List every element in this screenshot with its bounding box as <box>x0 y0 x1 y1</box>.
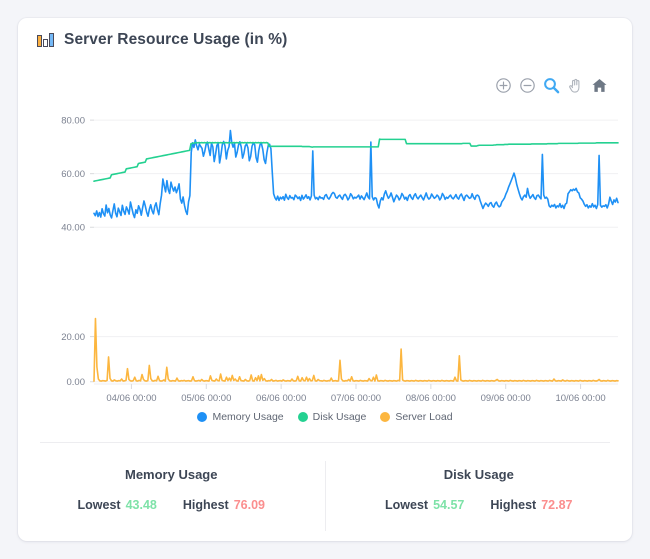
stat-values: Lowest 43.48 Highest 76.09 <box>78 498 265 512</box>
svg-text:07/06 00:00: 07/06 00:00 <box>331 393 381 404</box>
svg-text:06/06 00:00: 06/06 00:00 <box>256 393 306 404</box>
legend-item-memory-usage[interactable]: Memory Usage <box>197 411 284 423</box>
svg-text:0.00: 0.00 <box>67 377 86 388</box>
server-resource-usage-card: Server Resource Usage (in %) 80.00 60.00 4… <box>18 18 632 541</box>
bar-chart-icon <box>37 33 54 47</box>
page-title: Server Resource Usage (in %) <box>64 31 288 48</box>
stats-row: Memory Usage Lowest 43.48 Highest 76.09 Disk … <box>18 461 632 531</box>
legend-marker-icon <box>297 412 308 422</box>
chart-legend: Memory Usage Disk Usage Server Load <box>18 411 632 423</box>
stat-lowest-label: Lowest <box>77 498 121 512</box>
stat-block-disk-usage: Disk Usage Lowest 54.57 Highest 72.87 <box>326 461 633 531</box>
legend-label: Memory Usage <box>212 411 284 423</box>
stat-highest: Highest 76.09 <box>183 498 265 512</box>
stat-lowest: Lowest 43.48 <box>78 498 157 512</box>
stat-highest: Highest 72.87 <box>490 498 572 512</box>
y-axis-labels: 80.00 60.00 40.00 20.00 0.00 <box>61 115 85 388</box>
svg-text:04/06 00:00: 04/06 00:00 <box>106 393 156 404</box>
svg-text:09/06 00:00: 09/06 00:00 <box>481 393 531 404</box>
legend-marker-icon <box>197 412 208 422</box>
legend-label: Server Load <box>395 411 453 423</box>
stat-values: Lowest 54.57 Highest 72.87 <box>385 498 572 512</box>
svg-text:40.00: 40.00 <box>61 223 85 234</box>
card-header: Server Resource Usage (in %) <box>18 18 632 62</box>
svg-text:60.00: 60.00 <box>61 169 85 180</box>
svg-text:05/06 00:00: 05/06 00:00 <box>181 393 231 404</box>
stat-lowest-value: 43.48 <box>125 498 157 512</box>
svg-text:10/06 00:00: 10/06 00:00 <box>555 393 605 404</box>
stat-highest-value: 72.87 <box>541 498 573 512</box>
svg-text:80.00: 80.00 <box>61 115 85 126</box>
chart-gridlines <box>90 119 618 383</box>
stat-block-memory-usage: Memory Usage Lowest 43.48 Highest 76.09 <box>18 461 326 531</box>
stat-lowest-label: Lowest <box>385 498 429 512</box>
legend-label: Disk Usage <box>312 411 367 423</box>
stat-title: Disk Usage <box>443 467 514 482</box>
stat-title: Memory Usage <box>125 467 218 482</box>
chart-svg[interactable]: 80.00 60.00 40.00 20.00 0.00 04/06 00:00 05/0… <box>18 86 632 431</box>
stat-highest-label: Highest <box>182 498 229 512</box>
x-axis <box>94 383 618 389</box>
legend-item-server-load[interactable]: Server Load <box>380 411 453 423</box>
stat-lowest-value: 54.57 <box>433 498 465 512</box>
stat-highest-value: 76.09 <box>233 498 265 512</box>
stat-lowest: Lowest 54.57 <box>385 498 464 512</box>
stat-highest-label: Highest <box>490 498 537 512</box>
stats-divider <box>40 442 610 443</box>
legend-item-disk-usage[interactable]: Disk Usage <box>297 411 367 423</box>
legend-marker-icon <box>380 412 391 422</box>
chart-plot-area[interactable]: 80.00 60.00 40.00 20.00 0.00 04/06 00:00 05/0… <box>18 86 632 431</box>
x-axis-labels: 04/06 00:00 05/06 00:00 06/06 00:00 07/06 0… <box>106 393 605 404</box>
svg-text:08/06 00:00: 08/06 00:00 <box>406 393 456 404</box>
svg-text:20.00: 20.00 <box>61 332 85 343</box>
chart-series <box>93 129 619 382</box>
